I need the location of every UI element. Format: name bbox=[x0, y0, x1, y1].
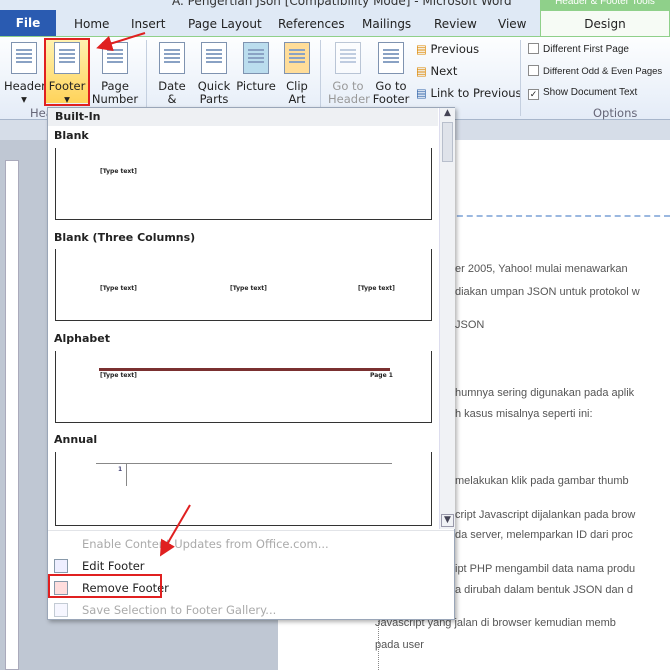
arrow bbox=[159, 504, 191, 557]
annotation-arrows bbox=[96, 32, 191, 557]
arrow bbox=[96, 32, 146, 52]
